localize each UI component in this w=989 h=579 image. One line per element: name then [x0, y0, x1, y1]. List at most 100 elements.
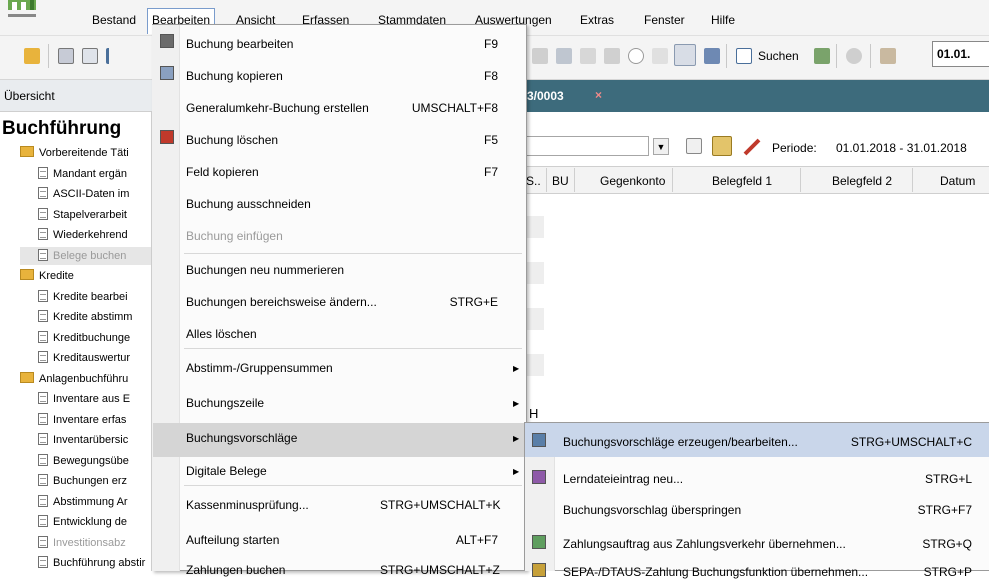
report-icon[interactable]: [814, 48, 830, 64]
submenu-item[interactable]: Zahlungsauftrag aus Zahlungsverkehr über…: [563, 537, 846, 551]
tree-item[interactable]: Investitionsabz: [38, 534, 126, 552]
print-preview-icon[interactable]: [58, 48, 74, 64]
tree-item-label: Buchungen erz: [53, 475, 127, 487]
menu-item[interactable]: Buchung kopieren: [186, 69, 283, 83]
grid-row-stripe: [524, 216, 544, 238]
menu-extras[interactable]: Extras: [580, 13, 614, 27]
tree-item[interactable]: Inventare aus E: [38, 390, 130, 408]
tree-item[interactable]: Stapelverarbeit: [38, 206, 127, 224]
blank-icon[interactable]: [652, 48, 668, 64]
column-header-datum[interactable]: Datum: [940, 174, 975, 188]
submenu-shortcut: STRG+P: [923, 565, 972, 579]
document-tab-title[interactable]: 3/0003: [527, 89, 564, 103]
tree-item[interactable]: Mandant ergän: [38, 165, 127, 183]
tree-item[interactable]: Buchungen erz: [38, 472, 127, 490]
menu-shortcut: F9: [483, 37, 498, 51]
tree-item[interactable]: Bewegungsübe: [38, 452, 129, 470]
tree-item[interactable]: Inventarübersic: [38, 431, 128, 449]
tree-item[interactable]: Abstimmung Ar: [38, 493, 128, 511]
tree-item[interactable]: Vorbereitende Täti: [20, 144, 129, 162]
tree-item-label: Vorbereitende Täti: [39, 147, 129, 159]
menu-item[interactable]: Zahlungen buchen: [186, 563, 285, 577]
menu-item[interactable]: Alles löschen: [186, 327, 257, 341]
search-icon[interactable]: [736, 48, 752, 64]
transfer-icon[interactable]: [712, 136, 732, 156]
tree-item[interactable]: Wiederkehrend: [38, 226, 128, 244]
tree-item[interactable]: Entwicklung de: [38, 513, 127, 531]
menu-item[interactable]: Buchungen bereichsweise ändern...: [186, 295, 377, 309]
open-folder-icon[interactable]: [24, 48, 40, 64]
menu-item[interactable]: Buchungszeile: [186, 396, 264, 410]
tree-item-label: Kreditbuchunge: [53, 331, 131, 344]
folder-icon: [20, 146, 34, 157]
save-disk-icon[interactable]: [704, 48, 720, 64]
submenu-shortcut: STRG+F7: [917, 503, 972, 517]
submenu-item[interactable]: Buchungsvorschläge erzeugen/bearbeiten..…: [563, 435, 798, 449]
tree-icon[interactable]: [556, 48, 572, 64]
submenu-item[interactable]: SEPA-/DTAUS-Zahlung Buchungsfunktion übe…: [563, 565, 868, 579]
tree-item[interactable]: ASCII-Daten im: [38, 185, 129, 203]
menu-bestand[interactable]: Bestand: [92, 13, 136, 27]
submenu-shortcut: STRG+L: [924, 472, 972, 486]
menu-item[interactable]: Buchungsvorschläge: [186, 431, 297, 445]
numbered-list-icon[interactable]: [604, 48, 620, 64]
tree-item-label: ASCII-Daten im: [53, 188, 130, 200]
menu-item[interactable]: Kassenminusprüfung...: [186, 498, 309, 512]
menu-fenster[interactable]: Fenster: [644, 13, 685, 27]
menu-item[interactable]: Aufteilung starten: [186, 533, 279, 547]
tree-item[interactable]: Buchführung abstir: [38, 554, 145, 571]
booking-icon[interactable]: [674, 44, 696, 66]
menu-hilfe[interactable]: Hilfe: [711, 13, 735, 27]
list-icon[interactable]: [532, 48, 548, 64]
clock-icon[interactable]: [628, 48, 644, 64]
tree-item-label: Kredite bearbei: [53, 290, 128, 303]
column-header-bu[interactable]: BU: [552, 174, 569, 188]
document-icon[interactable]: [580, 48, 596, 64]
settings-icon[interactable]: [846, 48, 862, 64]
menu-item[interactable]: Buchung ausschneiden: [186, 197, 311, 211]
navigation-sidebar: Buchführung Vorbereitende Täti Mandant er…: [0, 112, 152, 571]
grid-partial-letter: H: [529, 406, 539, 421]
column-header-belegfeld2[interactable]: Belegfeld 2: [832, 174, 892, 188]
toolbar-divider: [870, 44, 871, 68]
filter-combobox[interactable]: [524, 136, 649, 156]
column-header-gegenkonto[interactable]: Gegenkonto: [600, 174, 665, 188]
menu-shortcut: STRG+E: [449, 295, 498, 309]
document-icon: [38, 351, 48, 363]
export-icon[interactable]: [880, 48, 896, 64]
submenu-item[interactable]: Buchungsvorschlag überspringen: [563, 503, 741, 517]
tree-item[interactable]: Kreditauswertur: [38, 349, 130, 367]
proposal-icon: [532, 433, 546, 447]
pen-icon[interactable]: [742, 138, 762, 156]
tree-item[interactable]: Kredite bearbei: [38, 288, 128, 306]
window-icon[interactable]: [686, 138, 702, 154]
tree-item[interactable]: Anlagenbuchführu: [20, 370, 128, 388]
tab-overview[interactable]: Übersicht: [4, 89, 55, 103]
sidebar-heading: Buchführung: [2, 118, 122, 139]
menu-item[interactable]: Buchung löschen: [186, 133, 278, 147]
tree-item[interactable]: Belege buchen: [20, 246, 151, 265]
close-tab-icon[interactable]: ×: [595, 88, 602, 102]
periode-label: Periode:: [772, 141, 817, 155]
menu-item[interactable]: Digitale Belege: [186, 464, 267, 478]
menu-item[interactable]: Feld kopieren: [186, 165, 259, 179]
tree-item[interactable]: Kreditbuchunge: [38, 329, 130, 347]
grid-row-stripe: [524, 262, 544, 284]
combo-dropdown-icon[interactable]: ▼: [653, 138, 669, 155]
menu-item[interactable]: Buchungen neu nummerieren: [186, 263, 344, 277]
column-header-s[interactable]: S..: [526, 174, 541, 188]
upload-icon[interactable]: [106, 48, 122, 64]
menu-item[interactable]: Generalumkehr-Buchung erstellen: [186, 101, 369, 115]
submenu-item[interactable]: Lerndateieintrag neu...: [563, 472, 683, 486]
search-label[interactable]: Suchen: [758, 49, 799, 63]
print-icon[interactable]: [82, 48, 98, 64]
tree-item-label: Inventare aus E: [53, 393, 131, 405]
menu-item[interactable]: Buchung bearbeiten: [186, 37, 293, 51]
column-header-belegfeld1[interactable]: Belegfeld 1: [712, 174, 772, 188]
tree-item[interactable]: Kredite abstimm: [38, 308, 132, 326]
tree-item[interactable]: Kredite: [20, 267, 74, 285]
menu-item[interactable]: Abstimm-/Gruppensummen: [186, 361, 333, 375]
tree-item[interactable]: Inventare erfas: [38, 411, 126, 429]
document-icon: [38, 187, 48, 199]
date-field[interactable]: 01.01.: [932, 41, 989, 67]
